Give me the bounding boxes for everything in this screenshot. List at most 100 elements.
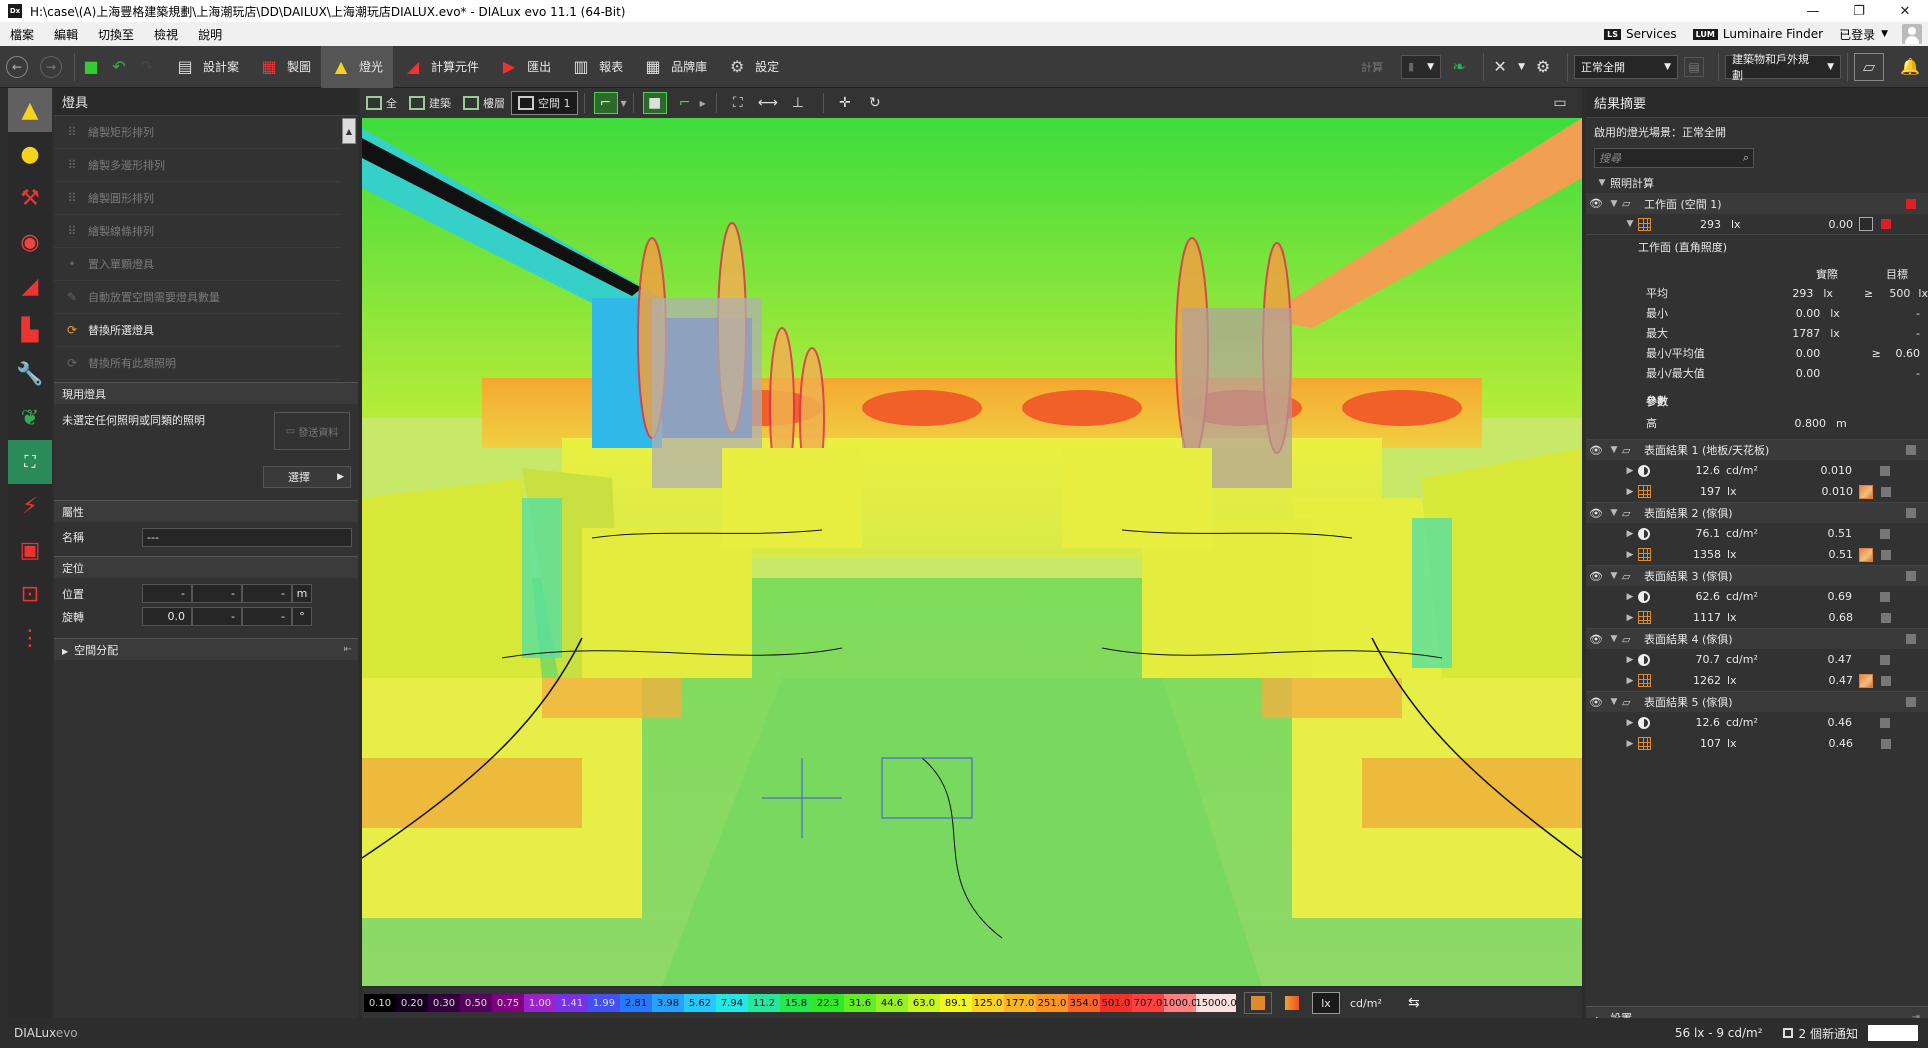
rotation-x-field[interactable]: 0.0 — [142, 607, 192, 626]
scene-settings-icon[interactable]: ▤ — [1684, 56, 1704, 77]
menu-help[interactable]: 說明 — [188, 26, 232, 43]
view-space-tab[interactable]: 空間 1 — [511, 91, 578, 115]
daylight-icon[interactable]: ⚡ — [8, 484, 52, 528]
workplane-value-row[interactable]: ▼ 293 lx 0.00 — [1586, 214, 1928, 235]
plan-view-icon[interactable]: ⌐ — [593, 92, 618, 114]
draw-rect-arrangement[interactable]: ⠿ 繪製矩形排列 — [54, 116, 340, 149]
rotation-z-field[interactable]: - — [242, 607, 292, 626]
chevron-down-icon[interactable]: ▼ — [1606, 571, 1622, 581]
target-icon[interactable]: ⊡ — [8, 572, 52, 616]
surface-result-row[interactable]: 👁 ▼ ▱ 表面結果 3 (傢俱) — [1586, 565, 1928, 586]
chevron-down-icon[interactable]: ▼ — [1606, 508, 1622, 518]
chevron-right-icon[interactable]: ▶ — [700, 99, 706, 108]
position-y-field[interactable]: - — [192, 584, 242, 603]
chevron-right-icon[interactable]: ▶ — [1622, 613, 1638, 623]
undo-icon[interactable]: ↶ — [109, 57, 129, 77]
design-project-button[interactable]: ▤ 設計案 — [165, 46, 249, 88]
menu-file[interactable]: 檔案 — [0, 26, 44, 43]
replace-all-luminaires[interactable]: ⟳ 替換所有此類照明 — [54, 347, 340, 380]
luminance-row[interactable]: ▶ 62.6 cd/m² 0.69 — [1586, 586, 1928, 607]
login-button[interactable]: 已登录 ▼ — [1831, 22, 1896, 46]
chevron-right-icon[interactable]: ▶ — [1622, 739, 1638, 749]
services-button[interactable]: LS Services — [1596, 22, 1684, 46]
luminaire-mode-icon[interactable]: ▲ — [8, 88, 52, 132]
rotate-icon[interactable]: ↻ — [863, 92, 887, 114]
scene-icon[interactable]: ◢ — [8, 264, 52, 308]
result-thumbnail[interactable] — [1859, 547, 1873, 562]
send-data-button[interactable]: ▭ 發送資料 — [274, 412, 350, 450]
brand-library-button[interactable]: ▦ 品牌庫 — [633, 46, 717, 88]
auto-place-luminaires[interactable]: ✎ 自動放置空間需要燈具數量 — [54, 281, 340, 314]
view-floor-tab[interactable]: 樓層 — [457, 91, 511, 115]
eye-icon[interactable]: 👁 — [1586, 570, 1606, 583]
legend-scale[interactable]: 0.10 0.20 0.30 0.50 0.75 1.00 1.41 1.99 2.81 3.98… — [364, 994, 1237, 1012]
rotation-y-field[interactable]: - — [192, 607, 242, 626]
chevron-down-icon[interactable]: ▼ — [1518, 62, 1525, 72]
result-thumbnail[interactable] — [1859, 217, 1873, 231]
position-z-field[interactable]: - — [242, 584, 292, 603]
gear-icon[interactable]: ⚙ — [1533, 57, 1553, 77]
window-icon[interactable]: ▣ — [8, 528, 52, 572]
forward-icon[interactable]: → — [40, 55, 62, 78]
list-scrollbar[interactable]: ▲ — [342, 118, 356, 144]
report-button[interactable]: ▥ 報表 — [561, 46, 633, 88]
monitor-icon[interactable]: ▭ — [1548, 92, 1572, 114]
redo-icon[interactable]: ↷ — [137, 57, 157, 77]
light-button[interactable]: ▲ 燈光 — [321, 45, 394, 88]
close-icon[interactable]: ✕ — [1490, 57, 1510, 77]
view-building-tab[interactable]: 建築 — [403, 91, 457, 115]
back-icon[interactable]: ← — [6, 55, 28, 78]
eye-icon[interactable]: 👁 — [1586, 444, 1606, 457]
luminance-row[interactable]: ▶ 76.1 cd/m² 0.51 — [1586, 523, 1928, 544]
eye-icon[interactable]: 👁 — [1586, 633, 1606, 646]
chevron-right-icon[interactable]: ▶ — [1622, 655, 1638, 665]
export-button[interactable]: ▶ 匯出 — [489, 46, 561, 88]
draw-polygon-arrangement[interactable]: ⠿ 繪製多邊形排列 — [54, 149, 340, 182]
lighting-calc-section[interactable]: ▼ 照明計算 — [1586, 172, 1928, 193]
legend-gradient-toggle[interactable] — [1278, 992, 1306, 1014]
menu-edit[interactable]: 編輯 — [44, 26, 88, 43]
chevron-down-icon[interactable]: ▼ — [1606, 697, 1622, 707]
luminaire-finder-button[interactable]: LUM Luminaire Finder — [1685, 22, 1831, 46]
select-button[interactable]: 選擇 ▶ — [263, 466, 351, 488]
chevron-down-icon[interactable]: ▼ — [621, 99, 627, 108]
menu-view[interactable]: 檢視 — [144, 26, 188, 43]
chevron-down-icon[interactable]: ▼ — [1606, 445, 1622, 455]
space-distribution-header[interactable]: ▶ 空間分配 ⇤ — [54, 638, 358, 660]
menu-switch[interactable]: 切換至 — [88, 26, 144, 43]
leaf-icon[interactable]: ❦ — [8, 396, 52, 440]
search-input[interactable]: 搜尋 ⌕ — [1594, 148, 1754, 168]
luminance-row[interactable]: ▶ 12.6 cd/m² 0.46 — [1586, 712, 1928, 733]
view-all-tab[interactable]: 全 — [360, 91, 403, 115]
illuminance-row[interactable]: ▶ 1262 lx 0.47 — [1586, 670, 1928, 691]
position-x-field[interactable]: - — [142, 584, 192, 603]
chevron-right-icon[interactable]: ▶ — [1622, 529, 1638, 539]
emergency-icon[interactable]: ⛶ — [8, 440, 52, 484]
unit-lx-button[interactable]: lx — [1312, 992, 1340, 1014]
draw-circle-arrangement[interactable]: ⠿ 繪製圓形排列 — [54, 182, 340, 215]
notifications-text[interactable]: 2 個新通知 — [1799, 1025, 1858, 1042]
3d-viewport[interactable] — [362, 118, 1582, 986]
chevron-right-icon[interactable]: ▶ — [1622, 466, 1638, 476]
name-field[interactable]: --- — [142, 527, 352, 547]
solid-view-icon[interactable]: ■ — [642, 92, 667, 114]
chevron-right-icon[interactable]: ▶ — [1622, 592, 1638, 602]
bell-icon[interactable]: 🔔 — [1900, 57, 1920, 77]
chevron-right-icon[interactable]: ▶ — [1622, 550, 1638, 560]
plane-view-icon[interactable]: ▱ — [1854, 52, 1884, 81]
chevron-down-icon[interactable]: ▼ — [1606, 634, 1622, 644]
close-window-button[interactable]: ✕ — [1882, 0, 1928, 22]
settings-button[interactable]: ⚙ 設定 — [717, 46, 789, 88]
chevron-down-icon[interactable]: ▼ — [1622, 219, 1638, 229]
tree-icon[interactable]: ⋮ — [8, 616, 52, 660]
result-thumbnail[interactable] — [1859, 673, 1873, 688]
calc-objects-button[interactable]: ◢ 計算元件 — [393, 46, 489, 88]
unit-cd-button[interactable]: cd/m² — [1346, 992, 1386, 1014]
bulb-icon[interactable]: ● — [8, 132, 52, 176]
calculate-label[interactable]: 計算 — [1361, 59, 1383, 75]
workplane-row[interactable]: 👁 ▼ ▱ 工作面 (空間 1) — [1586, 193, 1928, 214]
replace-selected-luminaire[interactable]: ⟳ 替換所選燈具 — [54, 314, 340, 347]
illuminance-row[interactable]: ▶ 1358 lx 0.51 — [1586, 544, 1928, 565]
chevron-right-icon[interactable]: ▶ — [1622, 676, 1638, 686]
pin-icon[interactable]: ⇤ — [344, 644, 352, 655]
